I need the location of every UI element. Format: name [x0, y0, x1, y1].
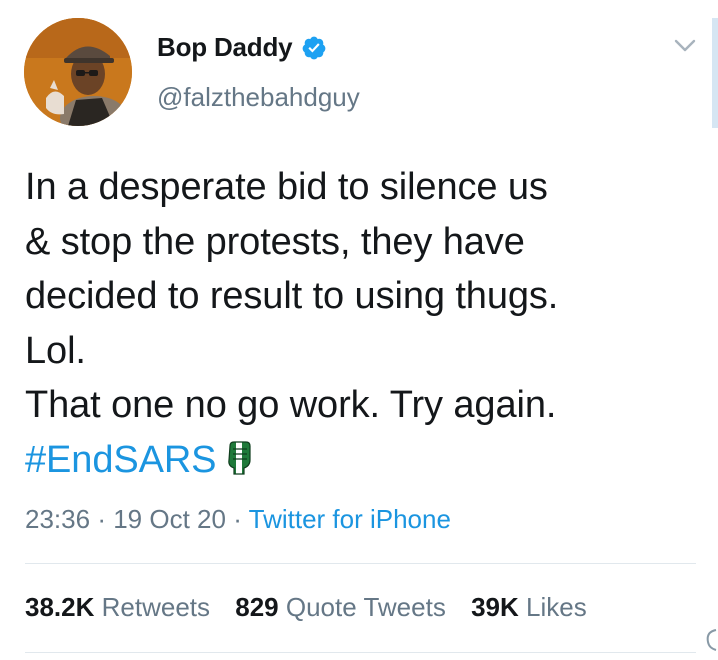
hashtag-link[interactable]: #EndSARS	[25, 439, 217, 481]
scrollbar[interactable]	[712, 18, 718, 128]
likes-stat[interactable]: 39K Likes	[471, 592, 587, 622]
retweets-stat[interactable]: 38.2K Retweets	[25, 592, 210, 622]
raised-fist-nigeria-flag-icon	[226, 437, 252, 475]
tweet-date: 19 Oct 20	[113, 504, 226, 534]
handle[interactable]: @falzthebahdguy	[157, 82, 360, 113]
quote-tweets-count: 829	[235, 592, 279, 622]
avatar-photo	[24, 18, 132, 126]
partial-action-icon	[700, 628, 718, 652]
author-row: Bop Daddy	[157, 32, 327, 63]
likes-label: Likes	[526, 592, 587, 622]
verified-badge-icon	[301, 35, 327, 61]
tweet-text-line: & stop the protests, they have	[25, 220, 525, 263]
tweet-text-line: That one no go work. Try again.	[25, 384, 557, 426]
tweet-stats: 38.2K Retweets 829 Quote Tweets 39K Like…	[25, 592, 605, 623]
chevron-down-icon[interactable]	[672, 36, 698, 56]
retweets-count: 38.2K	[25, 592, 95, 622]
meta-separator: ·	[233, 504, 242, 534]
divider	[25, 652, 696, 653]
retweets-label: Retweets	[101, 592, 211, 622]
tweet-text: In a desperate bid to silence us & stop …	[25, 160, 695, 487]
divider	[25, 563, 696, 564]
tweet-time: 23:36	[25, 504, 91, 534]
quote-tweets-stat[interactable]: 829 Quote Tweets	[235, 592, 446, 622]
tweet-text-line: decided to result to using thugs.	[25, 275, 559, 317]
likes-count: 39K	[471, 592, 519, 622]
tweet-source-link[interactable]: Twitter for iPhone	[249, 504, 451, 534]
avatar[interactable]	[24, 18, 132, 126]
tweet-text-line: In a desperate bid to silence us	[25, 166, 548, 208]
quote-tweets-label: Quote Tweets	[285, 592, 446, 622]
tweet-text-line: Lol.	[25, 329, 86, 372]
hashtag-line: #EndSARS	[25, 433, 695, 488]
meta-separator: ·	[97, 504, 106, 534]
display-name[interactable]: Bop Daddy	[157, 32, 293, 63]
tweet-metadata: 23:36 · 19 Oct 20 · Twitter for iPhone	[25, 504, 451, 535]
